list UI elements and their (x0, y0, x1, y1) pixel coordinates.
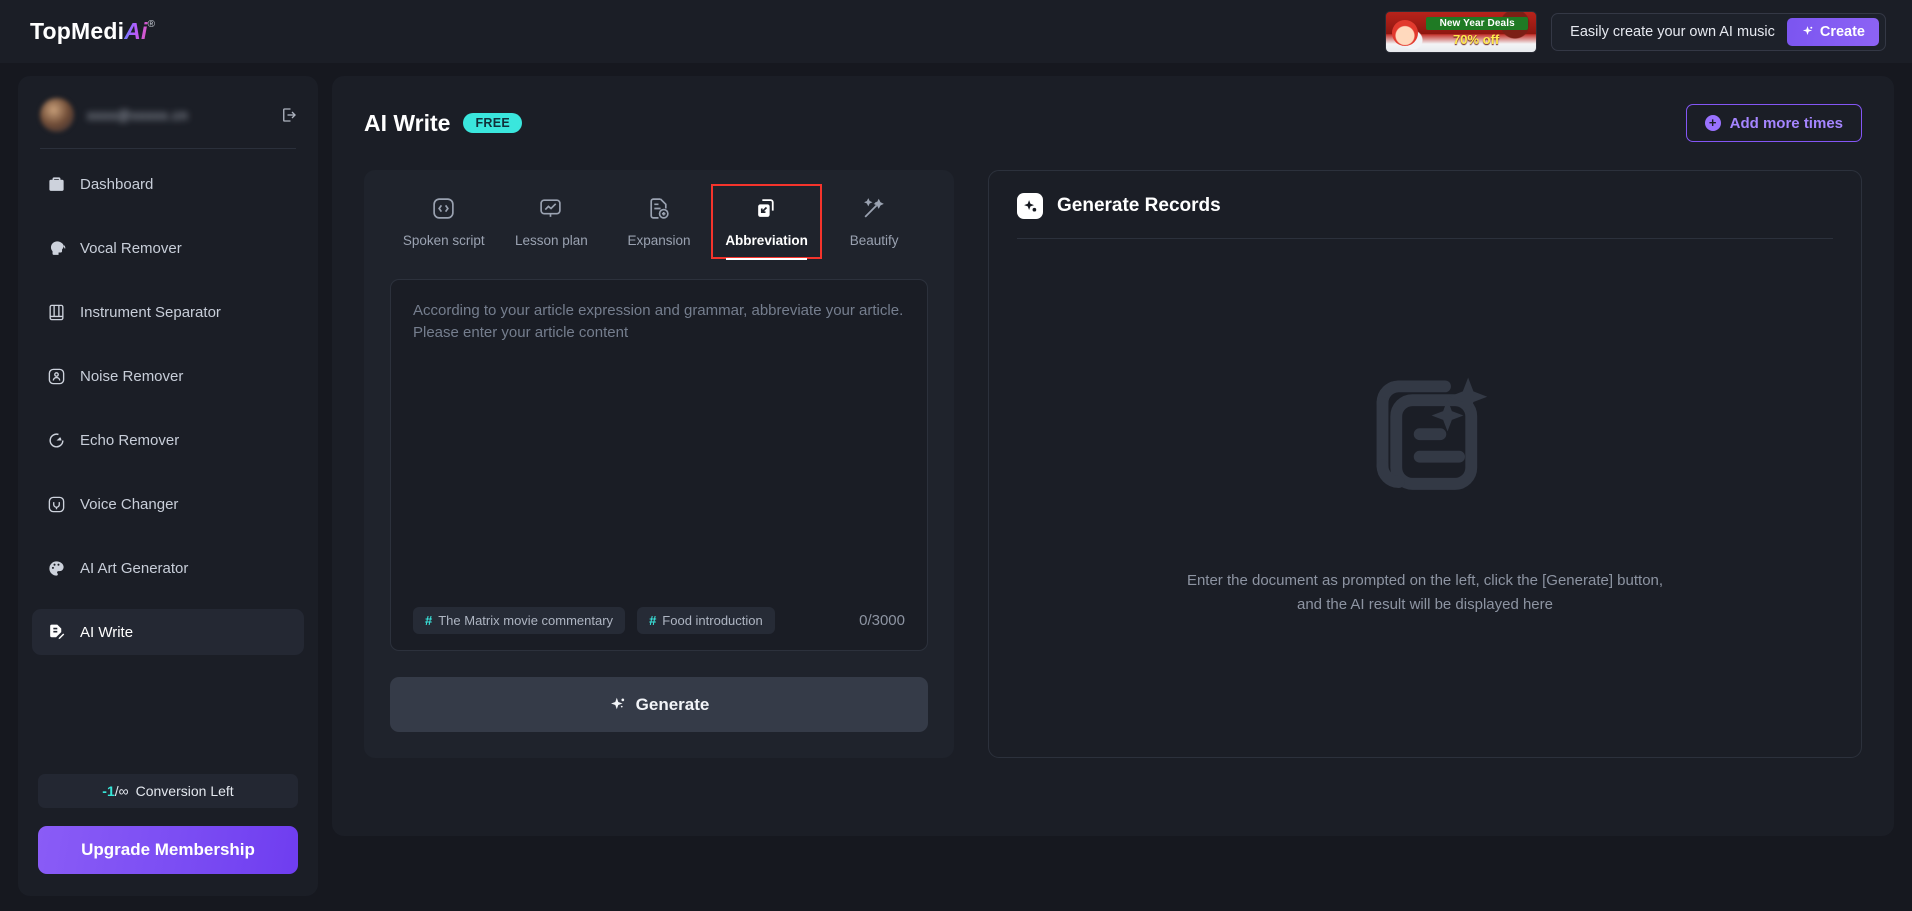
sidebar-item-label: Vocal Remover (80, 239, 182, 257)
sidebar-item-dashboard[interactable]: Dashboard (32, 161, 304, 207)
generate-records-header: Generate Records (1017, 193, 1833, 219)
sidebar-item-echo-remover[interactable]: Echo Remover (32, 417, 304, 463)
article-input-area[interactable]: According to your article expression and… (390, 279, 928, 651)
new-year-promo-banner[interactable]: New Year Deals 70% off (1385, 10, 1538, 53)
sidebar-item-vocal-remover[interactable]: Vocal Remover (32, 225, 304, 271)
generate-button[interactable]: Generate (390, 677, 928, 732)
ai-music-cta-text: Easily create your own AI music (1570, 23, 1775, 40)
sparkle-icon (1802, 26, 1813, 36)
tab-abbreviation[interactable]: Abbreviation (710, 184, 823, 260)
palette-icon (46, 558, 66, 578)
top-bar: TopMedi Ai ® New Year Deals 70% off Easily… (0, 0, 1912, 63)
hash-icon: # (425, 613, 433, 628)
tab-beautify[interactable]: Beautify (820, 186, 928, 257)
plus-icon: + (1704, 115, 1721, 131)
create-button-label: Create (1819, 23, 1865, 40)
panels-row: Spoken script Lesson plan Expansion Abbr… (332, 142, 1894, 758)
user-email: xxxx@xxxxx.cn (87, 107, 189, 123)
sidebar-item-label: Voice Changer (80, 495, 179, 513)
sidebar-item-label: Dashboard (80, 175, 154, 193)
suggestion-chip-food[interactable]: # Food introduction (637, 607, 775, 634)
chart-board-icon (538, 196, 564, 222)
conversion-divider: /∞ (114, 783, 129, 799)
tab-lesson-plan[interactable]: Lesson plan (498, 186, 606, 257)
santa-icon (1392, 19, 1419, 46)
user-profile[interactable]: xxxx@xxxxx.cn (18, 76, 318, 148)
add-more-times-button[interactable]: + Add more times (1685, 104, 1862, 142)
sidebar-item-instrument-separator[interactable]: Instrument Separator (32, 289, 304, 335)
sidebar: xxxx@xxxxx.cn Dashboard Vocal Remover In… (18, 76, 318, 896)
logo-text-ai: Ai (124, 18, 148, 44)
sidebar-nav: Dashboard Vocal Remover Instrument Separ… (18, 161, 318, 673)
sidebar-item-noise-remover[interactable]: Noise Remover (32, 353, 304, 399)
app-logo[interactable]: TopMedi Ai ® (30, 18, 155, 45)
empty-state-line2: and the AI result will be displayed here (1297, 596, 1553, 613)
suggestion-chip-matrix[interactable]: # The Matrix movie commentary (413, 607, 626, 634)
sidebar-item-label: Echo Remover (80, 431, 180, 449)
generate-button-label: Generate (635, 694, 710, 714)
sidebar-item-ai-write[interactable]: AI Write (32, 609, 304, 655)
avatar (40, 98, 74, 132)
empty-state-text: Enter the document as prompted on the le… (1187, 569, 1663, 617)
logo-text-main: TopMedi (30, 18, 125, 44)
generate-records-title: Generate Records (1057, 195, 1221, 216)
sidebar-item-voice-changer[interactable]: Voice Changer (32, 481, 304, 527)
ai-music-cta: Easily create your own AI music Create (1551, 12, 1886, 51)
doc-arrow-in-icon (754, 196, 780, 222)
logo-registered-mark: ® (147, 19, 156, 30)
hash-icon: # (649, 613, 657, 628)
mode-tabs: Spoken script Lesson plan Expansion Abbr… (390, 184, 928, 260)
tab-label: Abbreviation (725, 233, 808, 248)
conversion-left-badge[interactable]: -1/∞ Conversion Left (38, 774, 298, 808)
briefcase-icon (46, 174, 66, 194)
tab-spoken-script[interactable]: Spoken script (390, 186, 498, 257)
input-footer: # The Matrix movie commentary # Food int… (413, 607, 905, 634)
document-pencil-icon (46, 622, 66, 642)
free-badge: FREE (463, 113, 523, 133)
sidebar-item-ai-art-generator[interactable]: AI Art Generator (32, 545, 304, 591)
sidebar-item-label: AI Art Generator (80, 559, 189, 577)
chip-label: Food introduction (662, 613, 763, 628)
piano-keys-icon (46, 302, 66, 322)
conversion-label: Conversion Left (135, 783, 234, 799)
sparkle-card-icon (1017, 193, 1043, 219)
chip-label: The Matrix movie commentary (438, 613, 614, 628)
composer-panel: Spoken script Lesson plan Expansion Abbr… (364, 170, 954, 758)
generate-records-panel: Generate Records Enter the document as p… (988, 170, 1862, 758)
tab-label: Spoken script (402, 233, 485, 248)
sidebar-divider (40, 148, 296, 149)
code-brackets-icon (431, 196, 457, 222)
top-bar-right-group: New Year Deals 70% off Easily create you… (1385, 10, 1886, 53)
magic-wand-icon (861, 196, 887, 222)
tab-expansion[interactable]: Expansion (605, 186, 713, 257)
upgrade-membership-button[interactable]: Upgrade Membership (38, 826, 298, 874)
page-title: AI Write (364, 109, 451, 136)
character-counter: 0/3000 (859, 612, 905, 629)
echo-circle-icon (46, 430, 66, 450)
promo-headline: New Year Deals (1426, 16, 1529, 30)
sidebar-item-label: Instrument Separator (80, 303, 221, 321)
promo-discount: 70% off (1453, 31, 1500, 47)
sparkle-icon (610, 697, 624, 710)
sidebar-footer: -1/∞ Conversion Left Upgrade Membership (18, 774, 318, 896)
document-sparkle-illustration (1376, 377, 1488, 490)
tab-label: Expansion (627, 233, 691, 248)
main-content: AI Write FREE + Add more times Spoken sc… (332, 76, 1894, 836)
sidebar-item-label: Noise Remover (80, 367, 184, 385)
doc-plus-icon (646, 196, 672, 222)
article-input-placeholder: According to your article expression and… (413, 302, 904, 341)
records-empty-state: Enter the document as prompted on the le… (1017, 239, 1833, 735)
tab-label: Lesson plan (514, 233, 588, 248)
noise-person-icon (46, 366, 66, 386)
add-more-times-label: Add more times (1729, 114, 1843, 132)
head-silhouette-icon (46, 238, 66, 258)
main-header: AI Write FREE + Add more times (332, 76, 1894, 142)
voice-circle-icon (46, 494, 66, 514)
sidebar-item-label: AI Write (80, 623, 134, 641)
create-button[interactable]: Create (1786, 17, 1879, 46)
empty-state-line1: Enter the document as prompted on the le… (1186, 572, 1664, 589)
tab-label: Beautify (849, 233, 899, 248)
conversion-count: -1 (102, 783, 115, 799)
logout-icon[interactable] (280, 106, 298, 124)
